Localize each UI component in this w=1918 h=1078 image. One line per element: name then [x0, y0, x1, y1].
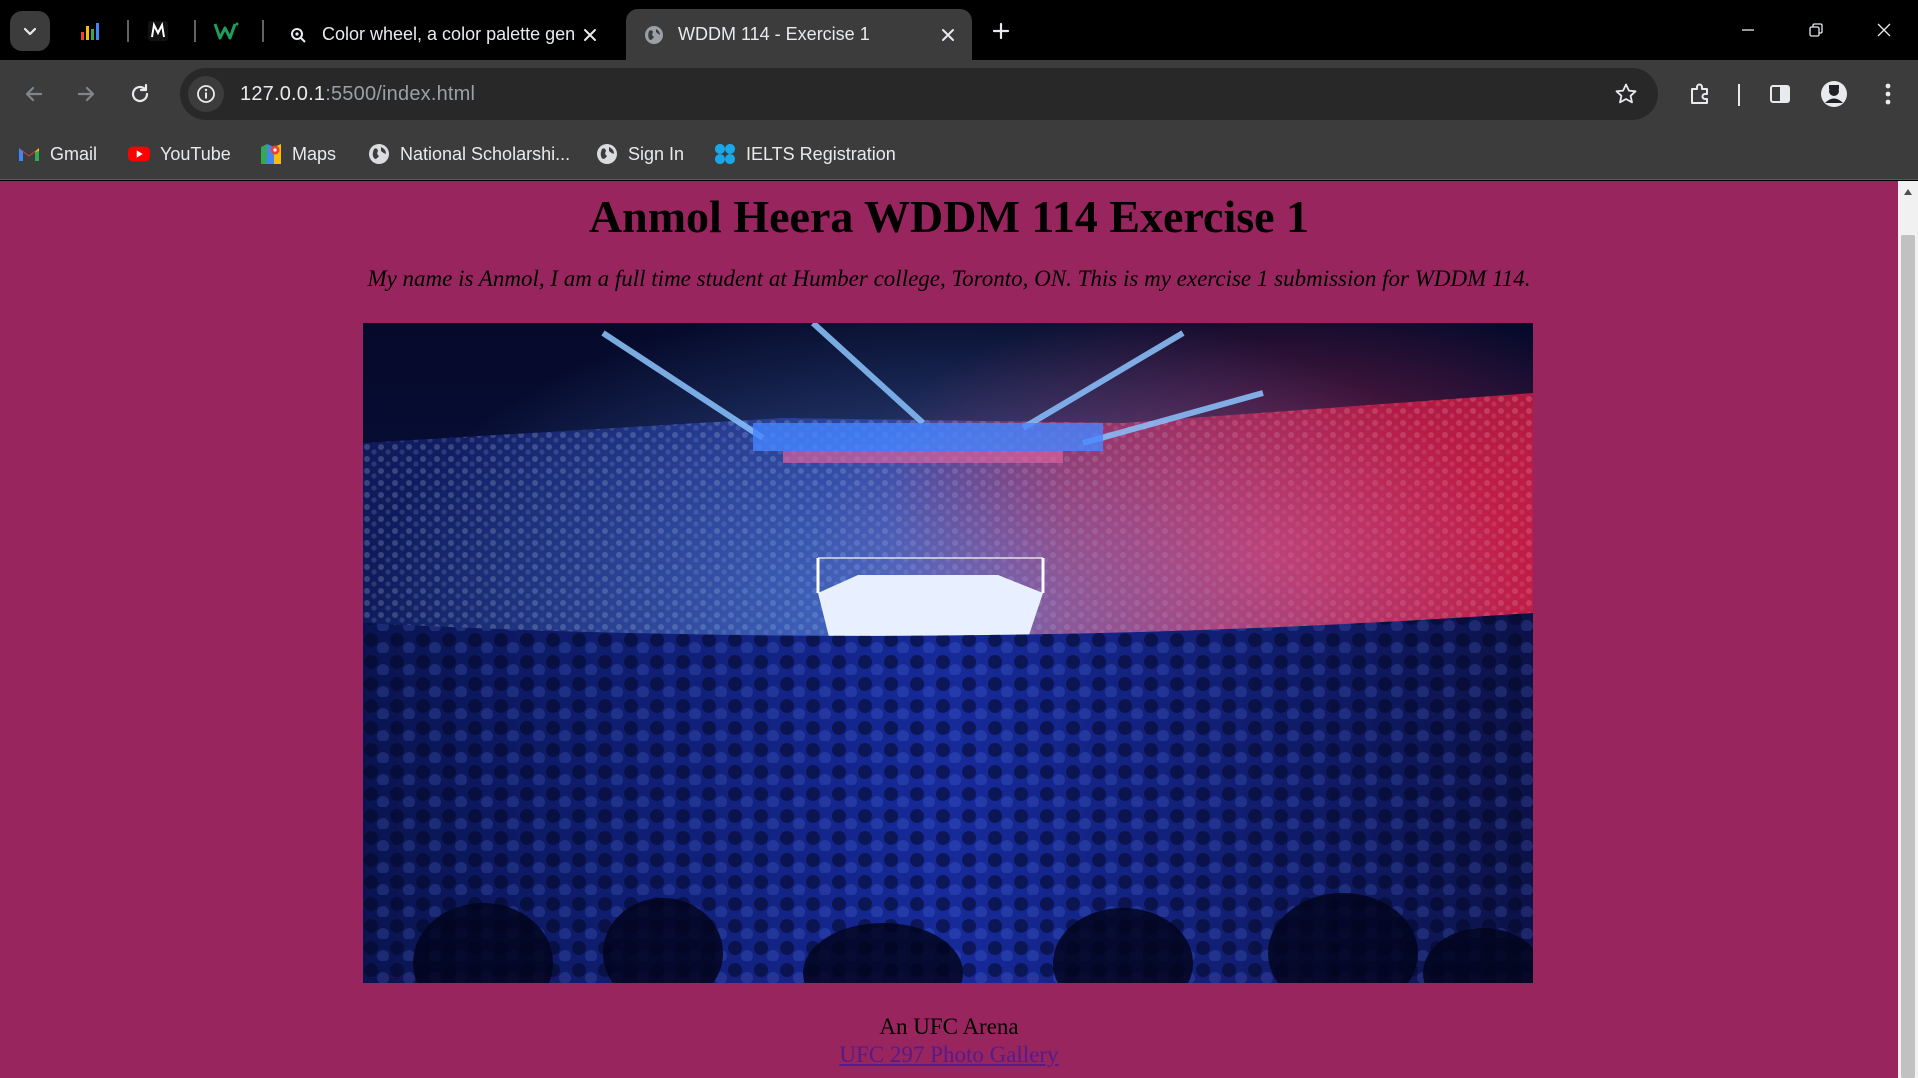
gmail-icon	[18, 143, 40, 165]
close-icon	[1877, 23, 1891, 37]
profile-button[interactable]	[1814, 74, 1854, 114]
page-scrollbar[interactable]	[1898, 181, 1918, 1078]
tab-separator	[194, 20, 196, 42]
tab-strip: Color wheel, a color palette generator W…	[0, 0, 1918, 60]
arrow-right-icon	[77, 86, 95, 102]
bookmark-label: Maps	[292, 143, 337, 164]
tab-wddm-exercise[interactable]: WDDM 114 - Exercise 1	[626, 9, 972, 60]
url-host: 127.0.0.1	[240, 82, 326, 105]
tab-title: Color wheel, a color palette generator	[322, 24, 576, 44]
bookmark-sign-in[interactable]: Sign In	[596, 136, 684, 172]
reload-icon	[131, 83, 149, 103]
bookmark-maps[interactable]: Maps	[260, 136, 336, 172]
analytics-icon	[81, 23, 99, 40]
pinned-tab-analytics[interactable]	[72, 13, 108, 49]
url-text[interactable]: 127.0.0.1:5500/index.html	[240, 83, 475, 106]
avatar-icon	[1821, 81, 1847, 107]
page-heading: Anmol Heera WDDM 114 Exercise 1	[588, 191, 1310, 242]
tab-color-wheel[interactable]: Color wheel, a color palette generator	[270, 9, 614, 60]
globe-icon	[368, 143, 390, 165]
bookmark-label: Gmail	[50, 143, 98, 164]
arrow-left-icon	[25, 86, 43, 102]
adobe-color-icon	[288, 25, 308, 45]
m-logo-icon	[148, 21, 168, 41]
chevron-down-icon	[23, 27, 37, 36]
maps-icon	[260, 143, 282, 165]
minimize-icon	[1742, 29, 1754, 31]
bookmark-ielts[interactable]: IELTS Registration	[714, 136, 896, 172]
toolbar-separator	[1738, 84, 1740, 106]
forward-button[interactable]	[66, 74, 106, 114]
puzzle-icon	[1691, 83, 1708, 104]
youtube-icon	[128, 143, 150, 165]
bookmark-gmail[interactable]: Gmail	[18, 136, 97, 172]
bookmark-label: Sign In	[628, 143, 685, 164]
close-tab-icon[interactable]	[576, 21, 604, 49]
tab-separator	[262, 20, 264, 42]
tab-search-button[interactable]	[10, 11, 50, 51]
globe-icon	[644, 25, 664, 45]
tab-title: WDDM 114 - Exercise 1	[678, 24, 870, 44]
close-tab-icon[interactable]	[934, 21, 962, 49]
url-path: :5500/index.html	[325, 82, 476, 105]
bookmark-label: IELTS Registration	[746, 143, 896, 164]
plus-icon	[992, 22, 1010, 40]
address-bar[interactable]: 127.0.0.1:5500/index.html	[180, 68, 1658, 120]
intro-paragraph: My name is Anmol, I am a full time stude…	[367, 266, 1531, 291]
triangle-up-icon	[1904, 189, 1912, 195]
bookmark-label: YouTube	[160, 143, 231, 164]
pinned-tab-m[interactable]	[140, 13, 176, 49]
page-viewport: Anmol Heera WDDM 114 Exercise 1 My name …	[0, 181, 1898, 1078]
gallery-link-container: UFC 297 Photo Gallery	[0, 1041, 1898, 1069]
globe-icon	[596, 143, 618, 165]
tab-separator	[127, 20, 129, 42]
more-vert-icon	[1885, 83, 1891, 105]
menu-button[interactable]	[1868, 74, 1908, 114]
bookmark-star-button[interactable]	[1608, 76, 1644, 112]
side-panel-icon	[1770, 85, 1790, 103]
bookmark-youtube[interactable]: YouTube	[128, 136, 231, 172]
site-info-button[interactable]	[188, 76, 224, 112]
new-tab-button[interactable]	[984, 14, 1018, 48]
bookmarks-bar: Gmail YouTube Maps National Scholarshi..…	[0, 128, 1918, 180]
side-panel-button[interactable]	[1760, 74, 1800, 114]
image-caption: An UFC Arena	[879, 1014, 1019, 1039]
pinned-tab-w[interactable]	[208, 13, 244, 49]
scrollbar-thumb[interactable]	[1901, 235, 1915, 1078]
w-logo-icon	[213, 22, 239, 40]
ufc-297-gallery-link[interactable]: UFC 297 Photo Gallery	[839, 1042, 1058, 1067]
ufc-arena-image	[363, 323, 1533, 983]
close-window-button[interactable]	[1862, 10, 1906, 50]
bookmark-national-scholarship[interactable]: National Scholarshi...	[368, 136, 570, 172]
browser-toolbar: 127.0.0.1:5500/index.html	[0, 60, 1918, 128]
scroll-up-button[interactable]	[1898, 181, 1918, 203]
reload-button[interactable]	[120, 74, 160, 114]
ielts-icon	[714, 143, 736, 165]
bookmark-label: National Scholarshi...	[400, 143, 571, 164]
restore-icon	[1809, 23, 1823, 37]
info-icon	[197, 85, 215, 103]
back-button[interactable]	[14, 74, 54, 114]
star-icon	[1615, 83, 1637, 104]
minimize-button[interactable]	[1726, 10, 1770, 50]
restore-button[interactable]	[1794, 10, 1838, 50]
extensions-button[interactable]	[1680, 74, 1720, 114]
